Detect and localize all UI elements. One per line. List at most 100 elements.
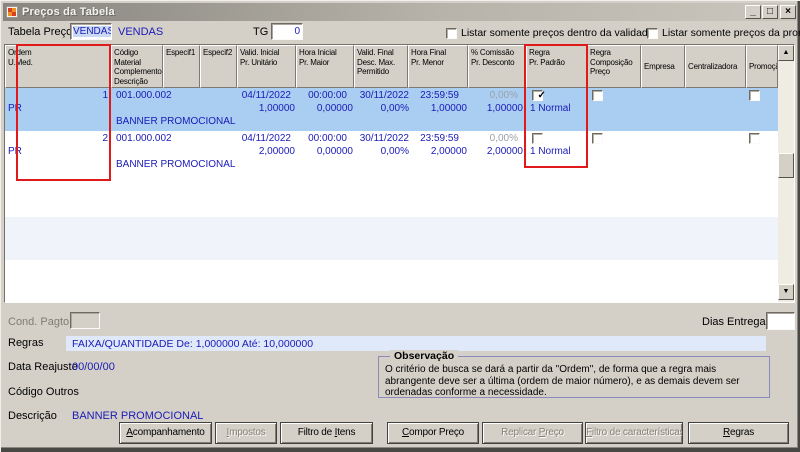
- observacao-groupbox: O critério de busca se dará a partir da …: [378, 356, 770, 398]
- col-header-especif2[interactable]: Especif2: [200, 45, 237, 88]
- col-header-regra-padrao[interactable]: Regra Pr. Padrão: [526, 45, 587, 88]
- button-label: ompor Preço: [408, 427, 465, 438]
- codigo-outros-label: Código Outros: [8, 386, 79, 398]
- cell-hora-final: 23:59:59: [420, 90, 459, 101]
- vertical-scrollbar[interactable]: ▲ ▼: [778, 45, 794, 302]
- button-label: mpostos: [229, 427, 266, 438]
- cell-pr-menor: 1,00000: [430, 103, 467, 114]
- cond-pagto-input: [70, 312, 100, 329]
- col-header-regra-composicao[interactable]: Regra Composição Preço: [587, 45, 641, 88]
- tg-input[interactable]: 0: [271, 23, 303, 40]
- replicar-preco-button: Replicar Preço: [482, 422, 583, 444]
- minimize-button[interactable]: _: [745, 5, 761, 19]
- button-label: companhamento: [132, 427, 205, 438]
- empty-row-stripe: [5, 217, 778, 260]
- cell-hora-inicial: 00:00:00: [308, 90, 347, 101]
- cell-hora-inicial: 00:00:00: [308, 133, 347, 144]
- button-label: tens: [337, 427, 356, 438]
- observacao-title: Observação: [390, 350, 459, 362]
- button-label: Filtro de: [297, 427, 335, 438]
- minimize-icon: _: [750, 6, 756, 17]
- col-header-empresa[interactable]: Empresa: [641, 45, 685, 88]
- cell-ordem: 2: [102, 133, 108, 144]
- maximize-icon: □: [766, 6, 774, 17]
- button-label: iltro de características: [591, 427, 683, 438]
- scroll-down-icon: ▼: [782, 288, 790, 295]
- regras-value: FAIXA/QUANTIDADE De: 1,000000 Até: 10,00…: [72, 338, 314, 350]
- tg-value: 0: [294, 26, 300, 37]
- app-icon: [6, 6, 18, 18]
- regras-label: Regras: [8, 337, 44, 349]
- cell-comissao: 0,00%: [489, 133, 518, 144]
- tabela-preco-value: VENDAS: [73, 26, 111, 37]
- button-label: Replicar: [501, 427, 539, 438]
- col-header-codigo-material[interactable]: Código Material Complemento Descrição: [111, 45, 163, 88]
- cell-codigo: 001.000.002: [116, 90, 172, 101]
- cell-valid-final: 30/11/2022: [359, 133, 409, 144]
- col-header-hora-final[interactable]: Hora Final Pr. Menor: [408, 45, 468, 88]
- col-header-centralizadora[interactable]: Centralizadora: [685, 45, 746, 88]
- cell-pr-maior: 0,00000: [316, 103, 353, 114]
- checkbox-regra-padrao[interactable]: [532, 133, 543, 144]
- filtro-de-itens-button[interactable]: Filtro de Itens: [280, 422, 373, 444]
- col-header-valid-final[interactable]: Valid. Final Desc. Max. Permitido: [354, 45, 408, 88]
- cell-regra-padrao-label: 1 Normal: [530, 103, 571, 114]
- checkbox-promocao[interactable]: [749, 90, 760, 101]
- cell-ordem: 1: [102, 90, 108, 101]
- cell-valid-inicial: 04/11/2022: [241, 90, 291, 101]
- impostos-button: Impostos: [215, 422, 277, 444]
- cell-codigo: 001.000.002: [116, 133, 172, 144]
- cell-pr-unitario: 2,00000: [258, 146, 295, 157]
- cond-pagto-label: Cond. Pagto.: [8, 316, 73, 328]
- maximize-button[interactable]: □: [762, 5, 778, 19]
- col-header-comissao[interactable]: % Comissão Pr. Desconto: [468, 45, 526, 88]
- cell-umed: PR: [8, 146, 22, 157]
- col-header-valid-inicial[interactable]: Valid. Inicial Pr. Unitário: [237, 45, 296, 88]
- col-header-hora-inicial[interactable]: Hora Inicial Pr. Maior: [296, 45, 354, 88]
- cell-hora-final: 23:59:59: [420, 133, 459, 144]
- cell-pr-desconto: 1,00000: [486, 103, 523, 114]
- scrollbar-thumb[interactable]: [778, 153, 794, 178]
- descricao-label: Descrição: [8, 410, 57, 422]
- cell-comissao: 0,00%: [489, 90, 518, 101]
- cell-pr-desconto: 2,00000: [486, 146, 523, 157]
- cell-descricao: BANNER PROMOCIONAL: [116, 116, 236, 127]
- titlebar: Preços da Tabela _ □ ×: [3, 3, 797, 21]
- check-icon: ✓: [537, 90, 546, 101]
- col-header-promocao[interactable]: Promoção: [746, 45, 778, 88]
- close-button[interactable]: ×: [780, 5, 796, 19]
- cell-regra-padrao-label: 1 Normal: [530, 146, 571, 157]
- cell-descricao: BANNER PROMOCIONAL: [116, 159, 236, 170]
- table-row-2[interactable]: 2 001.000.002 04/11/2022 00:00:00 30/11/…: [5, 131, 778, 174]
- col-header-especif1[interactable]: Especif1: [163, 45, 200, 88]
- cell-valid-inicial: 04/11/2022: [241, 133, 291, 144]
- data-reajuste-value: 00/00/00: [72, 361, 115, 373]
- acompanhamento-button[interactable]: Acompanhamento: [119, 422, 212, 444]
- button-label: R: [722, 427, 730, 438]
- checkbox-promocao[interactable]: [749, 133, 760, 144]
- checkbox-listar-promocao[interactable]: [647, 28, 658, 39]
- tabela-preco-input[interactable]: VENDAS: [70, 23, 112, 40]
- cell-pr-maior: 0,00000: [316, 146, 353, 157]
- scroll-up-button[interactable]: ▲: [778, 45, 794, 61]
- checkbox-listar-validade[interactable]: [446, 28, 457, 39]
- scroll-down-button[interactable]: ▼: [778, 284, 794, 300]
- button-label: C: [401, 427, 409, 438]
- checkbox-listar-validade-label: Listar somente preços dentro da validade: [461, 27, 654, 39]
- checkbox-regra-composicao[interactable]: [592, 90, 603, 101]
- cell-desc-max: 0,00%: [380, 103, 409, 114]
- data-reajuste-label: Data Reajuste: [8, 361, 78, 373]
- dias-entrega-label: Dias Entrega: [702, 316, 766, 328]
- checkbox-regra-padrao[interactable]: ✓: [532, 90, 546, 101]
- regras-button[interactable]: Regras: [688, 422, 789, 444]
- compor-preco-button[interactable]: Compor Preço: [387, 422, 479, 444]
- scroll-up-icon: ▲: [782, 49, 790, 56]
- dias-entrega-input[interactable]: [766, 312, 795, 330]
- button-label: egras: [730, 427, 755, 438]
- col-header-ordem-umed[interactable]: Ordem U.Med.: [5, 45, 111, 88]
- prices-grid: Ordem U.Med. Código Material Complemento…: [4, 44, 795, 303]
- tabela-preco-label: Tabela Preço: [8, 26, 73, 38]
- checkbox-regra-composicao[interactable]: [592, 133, 603, 144]
- table-row-1[interactable]: 1 001.000.002 04/11/2022 00:00:00 30/11/…: [5, 88, 778, 131]
- cell-pr-menor: 2,00000: [430, 146, 467, 157]
